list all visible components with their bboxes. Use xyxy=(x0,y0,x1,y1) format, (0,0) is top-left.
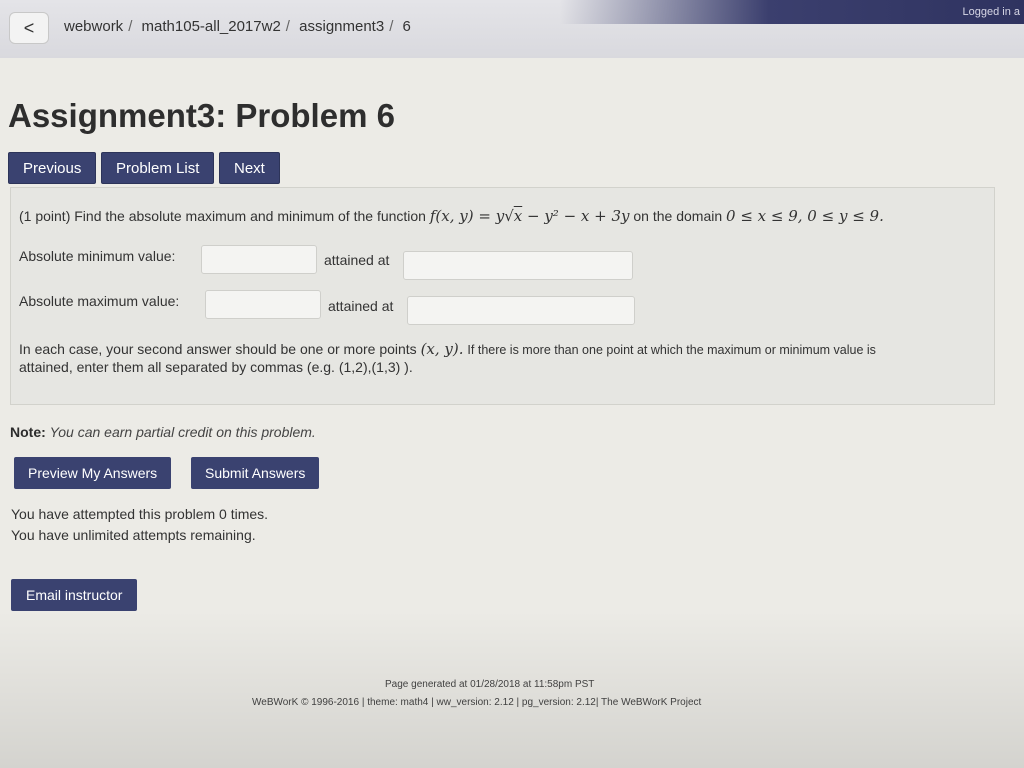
problem-list-button[interactable]: Problem List xyxy=(101,152,215,184)
instruction-line-1: In each case, your second answer should … xyxy=(19,340,876,358)
preview-answers-button[interactable]: Preview My Answers xyxy=(14,457,172,489)
chevron-left-icon: < xyxy=(23,17,35,38)
problem-statement: (1 point) Find the absolute maximum and … xyxy=(19,207,884,225)
domain-text: on the domain xyxy=(633,208,723,224)
instruction-point: (x, y). xyxy=(420,340,464,358)
top-bar-accent xyxy=(560,0,1024,24)
domain-math: 0 ≤ x ≤ 9, 0 ≤ y ≤ 9. xyxy=(726,207,884,225)
problem-points: (1 point) xyxy=(19,208,71,224)
problem-text: Find the absolute maximum and minimum of… xyxy=(74,208,426,224)
footer-generated: Page generated at 01/28/2018 at 11:58pm … xyxy=(385,679,595,690)
note-label: Note: xyxy=(10,424,46,440)
max-label: Absolute maximum value: xyxy=(19,293,180,309)
min-attained-label: attained at xyxy=(324,252,390,268)
top-bar: Logged in a < webwork / math105-all_2017w… xyxy=(0,0,1024,58)
function-lhs: f(x, y) = y xyxy=(429,207,505,225)
breadcrumb-separator: / xyxy=(285,18,290,35)
max-value-input[interactable] xyxy=(205,290,321,319)
min-point-input[interactable] xyxy=(403,251,633,280)
breadcrumb-separator: / xyxy=(389,18,394,35)
email-instructor-button[interactable]: Email instructor xyxy=(11,579,138,611)
instruction-text-b: If there is more than one point at which… xyxy=(467,343,876,357)
attempts-remaining: You have unlimited attempts remaining. xyxy=(11,527,256,543)
next-button[interactable]: Next xyxy=(219,152,280,184)
footer-credits: WeBWorK © 1996-2016 | theme: math4 | ww_… xyxy=(252,697,702,708)
breadcrumb-assignment[interactable]: assignment3 xyxy=(299,18,384,35)
logged-in-text: Logged in a xyxy=(962,6,1021,18)
breadcrumb: webwork / math105-all_2017w2/ assignment3… xyxy=(64,18,416,35)
min-label: Absolute minimum value: xyxy=(19,248,176,264)
function-formula: f(x, y) = y√x − y² − x + 3y xyxy=(429,207,630,225)
partial-credit-note: Note: You can earn partial credit on thi… xyxy=(10,424,316,440)
min-value-input[interactable] xyxy=(201,245,317,274)
function-rest: − y² − x + 3y xyxy=(522,207,630,225)
max-attained-label: attained at xyxy=(328,298,394,314)
instruction-line-2: attained, enter them all separated by co… xyxy=(19,359,413,375)
instruction-text-a: In each case, your second answer should … xyxy=(19,341,417,357)
note-text: You can earn partial credit on this prob… xyxy=(49,424,316,440)
back-button[interactable]: < xyxy=(9,12,49,44)
breadcrumb-webwork[interactable]: webwork xyxy=(64,18,123,35)
submit-answers-button[interactable]: Submit Answers xyxy=(191,457,320,489)
attempts-count: You have attempted this problem 0 times. xyxy=(11,506,269,522)
breadcrumb-separator: / xyxy=(128,18,133,35)
function-sqrt: x xyxy=(513,207,523,225)
max-point-input[interactable] xyxy=(407,296,635,325)
breadcrumb-problem: 6 xyxy=(402,18,411,35)
breadcrumb-course[interactable]: math105-all_2017w2 xyxy=(142,18,281,35)
page-title: Assignment3: Problem 6 xyxy=(8,97,395,134)
problem-panel: (1 point) Find the absolute maximum and … xyxy=(10,187,995,405)
previous-button[interactable]: Previous xyxy=(8,152,97,184)
